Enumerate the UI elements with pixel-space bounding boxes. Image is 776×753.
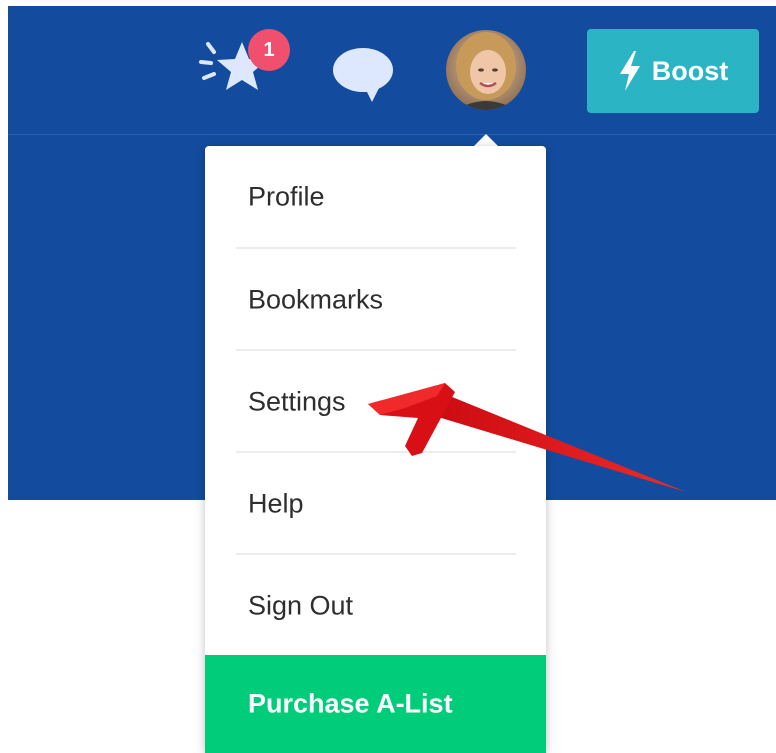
boost-button[interactable]: Boost (587, 29, 759, 113)
menu-item-profile[interactable]: Profile (205, 146, 546, 248)
lightning-icon (619, 51, 640, 91)
account-dropdown-menu: Profile Bookmarks Settings Help Sign Out… (205, 146, 546, 753)
menu-item-sign-out[interactable]: Sign Out (205, 555, 546, 657)
purchase-a-list-button[interactable]: Purchase A-List (205, 655, 546, 753)
menu-item-label: Sign Out (248, 590, 354, 621)
chat-bubble-icon (333, 48, 393, 102)
menu-item-label: Profile (248, 181, 325, 212)
notification-badge: 1 (248, 29, 290, 71)
menu-item-label: Settings (248, 386, 346, 417)
screenshot: 1 Boost Profile Bookmarks Settings Help … (0, 0, 776, 753)
menu-item-help[interactable]: Help (205, 453, 546, 555)
menu-item-settings[interactable]: Settings (205, 351, 546, 453)
boost-label: Boost (651, 55, 729, 86)
menu-item-label: Bookmarks (248, 284, 384, 315)
purchase-label: Purchase A-List (248, 688, 453, 719)
menu-item-bookmarks[interactable]: Bookmarks (205, 249, 546, 351)
avatar-photo (446, 30, 526, 110)
menu-item-label: Help (248, 488, 304, 519)
user-avatar[interactable] (446, 30, 526, 110)
messages-button[interactable] (330, 40, 400, 106)
